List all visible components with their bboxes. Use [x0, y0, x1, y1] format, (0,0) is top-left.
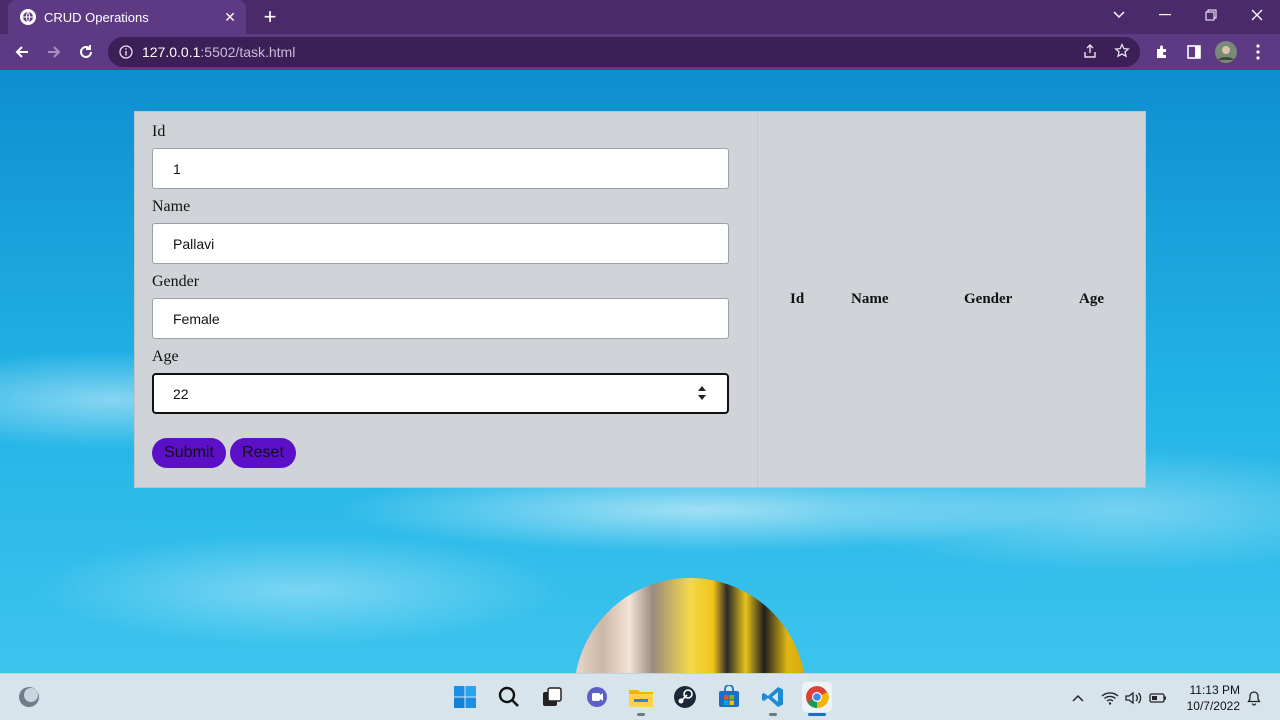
- browser-toolbar: 127.0.0.1:5502/task.html: [0, 34, 1280, 70]
- id-input[interactable]: 1: [152, 148, 729, 189]
- back-arrow-icon[interactable]: [8, 38, 36, 66]
- minimize-icon[interactable]: [1142, 0, 1188, 30]
- site-info-icon[interactable]: [118, 44, 134, 60]
- share-icon[interactable]: [1080, 41, 1100, 61]
- browser-tab[interactable]: CRUD Operations ✕: [8, 0, 246, 34]
- globe-icon: [20, 9, 36, 25]
- table-header-name: Name: [851, 291, 889, 307]
- url-text: 127.0.0.1:5502/task.html: [142, 44, 296, 60]
- submit-button[interactable]: Submit: [152, 438, 226, 468]
- restore-icon[interactable]: [1188, 0, 1234, 30]
- forward-arrow-icon[interactable]: [40, 38, 68, 66]
- bookmark-star-icon[interactable]: [1112, 41, 1132, 61]
- chrome-icon[interactable]: [802, 682, 832, 712]
- widgets-icon[interactable]: [14, 682, 44, 712]
- task-view-icon[interactable]: [537, 682, 567, 712]
- tab-title: CRUD Operations: [44, 9, 149, 25]
- page-background: Id 1 Name Pallavi Gender Female Age 22 S…: [0, 70, 1280, 673]
- table-header-gender: Gender: [964, 291, 1013, 307]
- id-label: Id: [152, 123, 166, 140]
- age-label: Age: [152, 348, 179, 365]
- crud-form: Id 1 Name Pallavi Gender Female Age 22 S…: [135, 112, 757, 487]
- vscode-icon[interactable]: [758, 682, 788, 712]
- age-value: 22: [173, 385, 189, 402]
- crud-container: Id 1 Name Pallavi Gender Female Age 22 S…: [134, 111, 1146, 488]
- notification-bell-icon[interactable]: [1244, 688, 1264, 708]
- name-input[interactable]: Pallavi: [152, 223, 729, 264]
- file-explorer-icon[interactable]: [626, 682, 656, 712]
- table-header-age: Age: [1079, 291, 1104, 307]
- table-header-id: Id: [790, 291, 805, 307]
- gender-input[interactable]: Female: [152, 298, 729, 339]
- records-table: Id Name Gender Age: [757, 112, 1145, 487]
- show-hidden-icons-chevron-icon[interactable]: [1068, 688, 1088, 708]
- browser-titlebar: CRUD Operations ✕ +: [0, 0, 1280, 34]
- reload-icon[interactable]: [72, 38, 100, 66]
- side-panel-icon[interactable]: [1182, 38, 1206, 66]
- reset-button[interactable]: Reset: [230, 438, 296, 468]
- name-label: Name: [152, 198, 191, 215]
- volume-icon[interactable]: [1124, 688, 1144, 708]
- hot-air-balloon-image: [574, 578, 806, 673]
- browser-menu-icon[interactable]: [1246, 38, 1270, 66]
- address-bar[interactable]: 127.0.0.1:5502/task.html: [108, 37, 1140, 67]
- taskbar: 11:13 PM 10/7/2022: [0, 673, 1280, 720]
- close-icon[interactable]: [1234, 0, 1280, 30]
- windows-start-icon[interactable]: [450, 682, 480, 712]
- age-input[interactable]: 22: [152, 373, 729, 414]
- wifi-icon[interactable]: [1100, 688, 1120, 708]
- tab-search-icon[interactable]: [1096, 0, 1142, 30]
- clock-date: 10/7/2022: [1186, 699, 1240, 713]
- gender-label: Gender: [152, 273, 200, 290]
- system-clock[interactable]: 11:13 PM 10/7/2022: [1180, 682, 1240, 714]
- search-icon[interactable]: [494, 682, 524, 712]
- number-spinner-icon[interactable]: [697, 386, 707, 400]
- teams-chat-icon[interactable]: [582, 682, 612, 712]
- extensions-puzzle-icon[interactable]: [1150, 38, 1174, 66]
- new-tab-button[interactable]: +: [256, 4, 284, 29]
- profile-avatar[interactable]: [1214, 38, 1238, 66]
- clock-time: 11:13 PM: [1189, 683, 1240, 697]
- battery-icon[interactable]: [1148, 688, 1168, 708]
- tab-close-icon[interactable]: ✕: [218, 5, 242, 29]
- microsoft-store-icon[interactable]: [714, 682, 744, 712]
- steam-icon[interactable]: [670, 682, 700, 712]
